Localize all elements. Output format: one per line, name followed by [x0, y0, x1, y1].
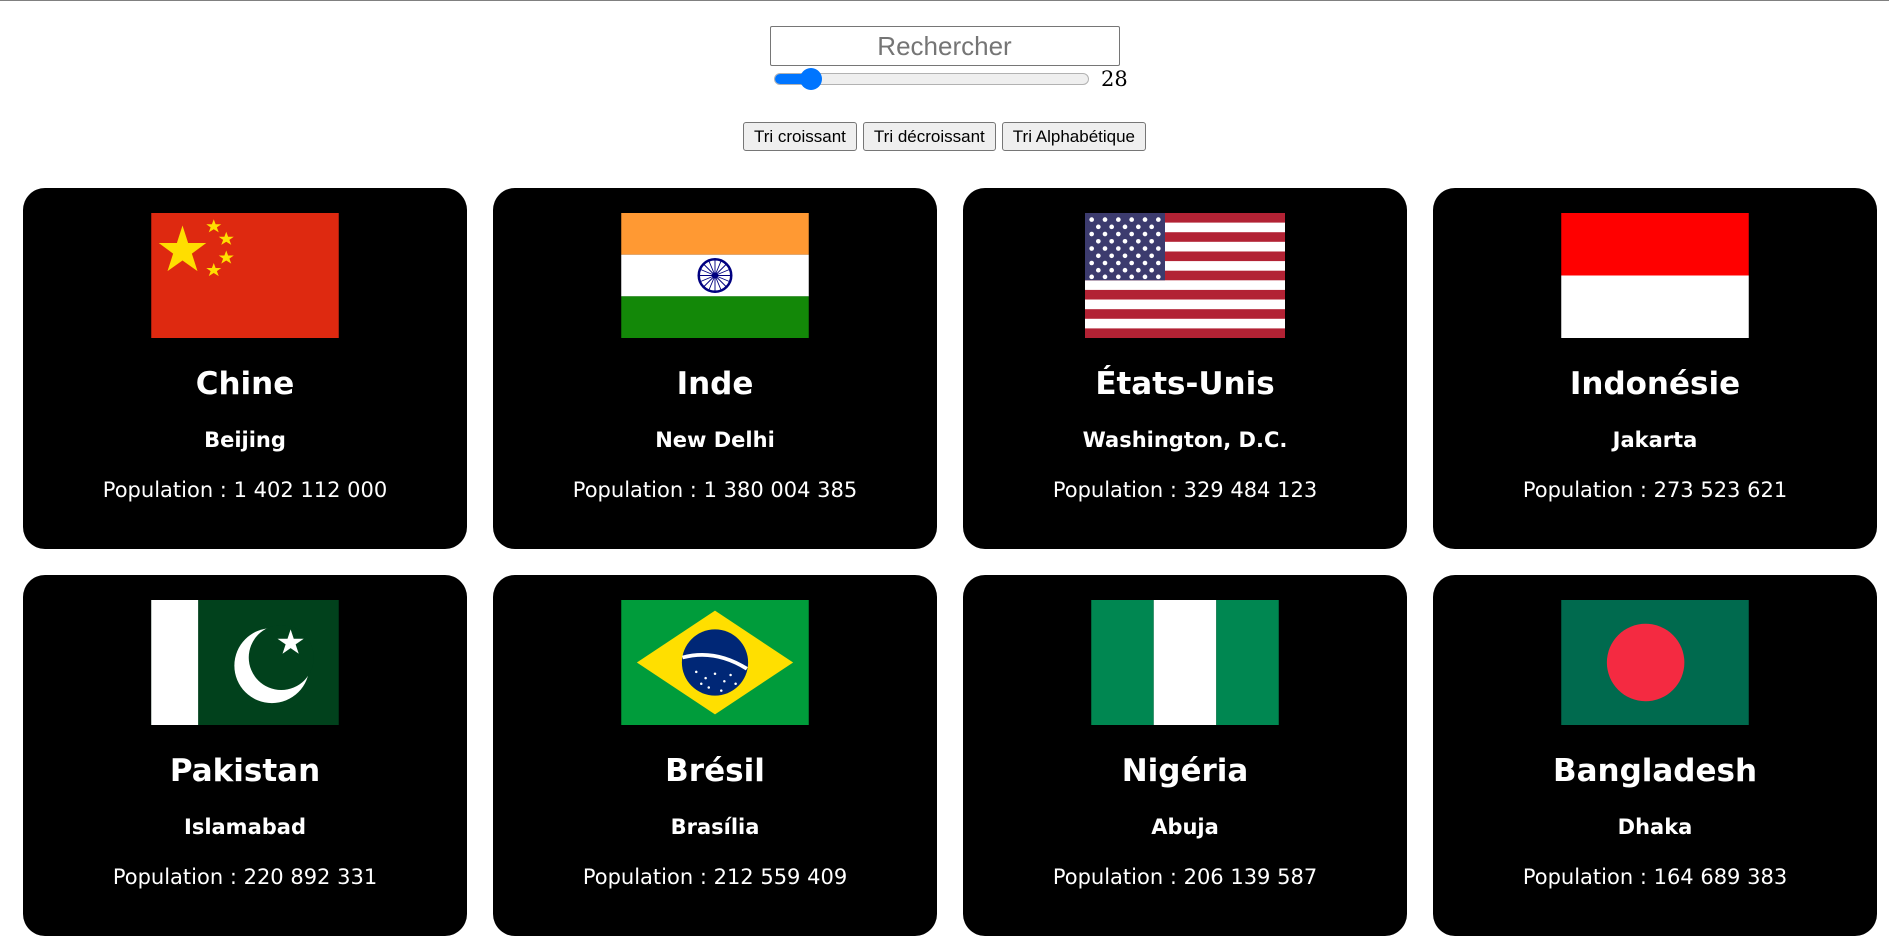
country-population: Population : 1 402 112 000 — [23, 478, 467, 502]
count-slider-row: 28 — [774, 64, 1128, 94]
country-card[interactable]: Pakistan Islamabad Population : 220 892 … — [23, 575, 467, 936]
country-name: États-Unis — [1095, 366, 1275, 402]
sort-buttons: Tri croissant Tri décroissant Tri Alphab… — [0, 122, 1889, 151]
india-flag-icon — [621, 213, 809, 338]
nigeria-flag-icon — [1091, 600, 1279, 725]
country-name: Bangladesh — [1552, 753, 1758, 789]
country-name: Inde — [676, 366, 754, 402]
country-name: Brésil — [665, 753, 765, 789]
population-value: 273 523 621 — [1653, 478, 1788, 502]
pakistan-flag-icon — [151, 600, 339, 725]
population-value: 1 380 004 385 — [703, 478, 858, 502]
country-capital: New Delhi — [655, 428, 775, 452]
country-card[interactable]: Nigéria Abuja Population : 206 139 587 — [963, 575, 1407, 936]
top-border — [0, 0, 1889, 1]
country-population: Population : 220 892 331 — [23, 865, 467, 889]
country-name: Pakistan — [169, 753, 321, 789]
country-name: Nigéria — [1121, 753, 1249, 789]
country-capital: Islamabad — [184, 815, 306, 839]
search-input[interactable] — [769, 26, 1120, 66]
country-population: Population : 1 380 004 385 — [493, 478, 937, 502]
country-grid: Chine Beijing Population : 1 402 112 000… — [23, 188, 1879, 936]
country-capital: Washington, D.C. — [1082, 428, 1288, 452]
count-slider[interactable] — [774, 68, 1089, 90]
population-label: Population : — [1052, 865, 1184, 889]
country-capital: Dhaka — [1617, 815, 1693, 839]
sort-alphabetical-button[interactable]: Tri Alphabétique — [1001, 122, 1147, 151]
population-label: Population : — [582, 865, 714, 889]
country-card[interactable]: Chine Beijing Population : 1 402 112 000 — [23, 188, 467, 549]
population-value: 164 689 383 — [1653, 865, 1788, 889]
country-capital: Brasília — [670, 815, 760, 839]
sort-descending-button[interactable]: Tri décroissant — [862, 122, 996, 151]
country-population: Population : 206 139 587 — [963, 865, 1407, 889]
country-card[interactable]: Indonésie Jakarta Population : 273 523 6… — [1433, 188, 1877, 549]
population-label: Population : — [102, 478, 234, 502]
bangladesh-flag-icon — [1561, 600, 1749, 725]
country-capital: Beijing — [204, 428, 286, 452]
country-capital: Jakarta — [1612, 428, 1698, 452]
country-population: Population : 329 484 123 — [963, 478, 1407, 502]
population-label: Population : — [112, 865, 244, 889]
country-card[interactable]: Bangladesh Dhaka Population : 164 689 38… — [1433, 575, 1877, 936]
population-value: 220 892 331 — [243, 865, 378, 889]
country-capital: Abuja — [1151, 815, 1219, 839]
country-population: Population : 273 523 621 — [1433, 478, 1877, 502]
indonesia-flag-icon — [1561, 213, 1749, 338]
china-flag-icon — [151, 213, 339, 338]
slider-thumb[interactable] — [800, 68, 822, 90]
usa-flag-icon — [1085, 213, 1285, 338]
population-label: Population : — [1052, 478, 1184, 502]
population-value: 1 402 112 000 — [233, 478, 388, 502]
population-value: 206 139 587 — [1183, 865, 1318, 889]
population-label: Population : — [572, 478, 704, 502]
country-name: Indonésie — [1569, 366, 1741, 402]
slider-value: 28 — [1101, 67, 1128, 91]
brazil-flag-icon — [621, 600, 809, 725]
country-name: Chine — [195, 366, 295, 402]
country-population: Population : 212 559 409 — [493, 865, 937, 889]
country-card[interactable]: Inde New Delhi Population : 1 380 004 38… — [493, 188, 937, 549]
population-label: Population : — [1522, 865, 1654, 889]
population-value: 329 484 123 — [1183, 478, 1318, 502]
country-population: Population : 164 689 383 — [1433, 865, 1877, 889]
population-value: 212 559 409 — [713, 865, 848, 889]
controls — [0, 26, 1889, 66]
country-card[interactable]: Brésil Brasília Population : 212 559 409 — [493, 575, 937, 936]
country-card[interactable]: États-Unis Washington, D.C. Population :… — [963, 188, 1407, 549]
population-label: Population : — [1522, 478, 1654, 502]
sort-ascending-button[interactable]: Tri croissant — [742, 122, 857, 151]
